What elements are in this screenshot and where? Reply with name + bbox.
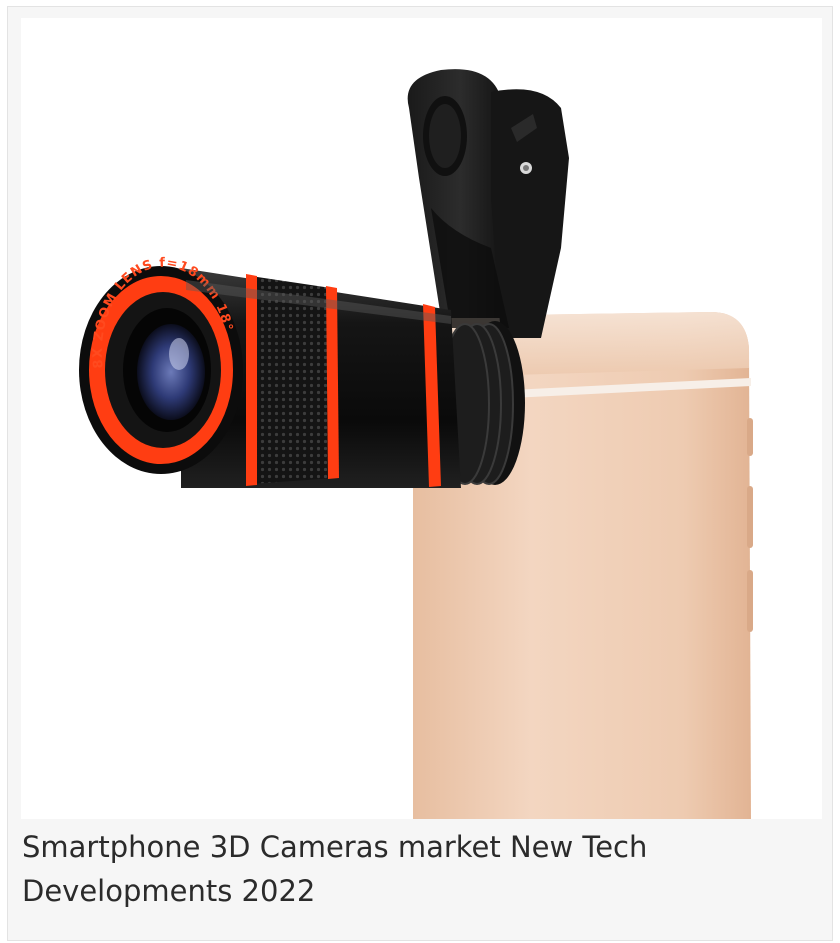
article-caption[interactable]: Smartphone 3D Cameras market New Tech De… [22,825,812,913]
product-image[interactable]: 8X ZOOM LENS f=18mm 18° [21,18,822,819]
article-card[interactable]: 8X ZOOM LENS f=18mm 18° Smartphone 3D Ca… [7,6,833,941]
telephoto-lens-illustration: 8X ZOOM LENS f=18mm 18° [79,69,753,819]
